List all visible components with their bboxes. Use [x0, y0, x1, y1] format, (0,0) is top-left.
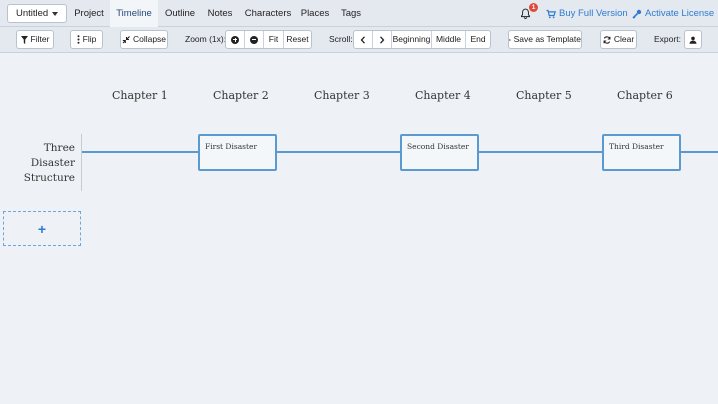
zoom-out-button[interactable] — [245, 31, 264, 48]
chapter-header-2: Chapter 2 — [213, 89, 269, 102]
scene-card[interactable]: First Disaster — [198, 134, 277, 171]
zoom-fit-button[interactable]: Fit — [264, 31, 284, 48]
zoom-label: Zoom (1x): — [185, 34, 227, 44]
activate-license-label: Activate License — [645, 8, 715, 19]
buy-full-version-label: Buy Full Version — [559, 8, 628, 19]
flip-button[interactable]: Flip — [70, 30, 103, 49]
chapter-header-1: Chapter 1 — [112, 89, 168, 102]
zoom-controls: Fit Reset — [225, 30, 312, 49]
filter-icon — [20, 35, 28, 44]
project-selector[interactable]: Untitled — [7, 4, 68, 23]
filter-label: Filter — [30, 34, 50, 44]
tab-timeline[interactable]: Timeline — [110, 0, 158, 27]
chapter-header-4: Chapter 4 — [415, 89, 471, 102]
chevron-right-icon — [380, 35, 385, 44]
save-as-template-button[interactable]: Save as Template — [508, 30, 582, 49]
chevron-left-icon — [360, 35, 365, 44]
flip-label: Flip — [82, 34, 97, 44]
export-button[interactable] — [684, 30, 702, 49]
collapse-label: Collapse — [132, 34, 167, 44]
tab-characters[interactable]: Characters — [240, 0, 296, 27]
timeline-toolbar: Filter Flip Collapse Zoom (1x): Fit Rese… — [0, 27, 718, 53]
activate-license-link[interactable]: Activate License — [632, 0, 714, 27]
vertical-dots-icon — [77, 35, 80, 44]
scroll-right-button[interactable] — [373, 31, 392, 48]
scroll-label: Scroll: — [329, 34, 353, 44]
row-divider — [81, 134, 82, 191]
clear-label: Clear — [613, 34, 635, 44]
key-icon — [632, 9, 642, 19]
save-icon — [509, 38, 511, 41]
add-plotline-button[interactable]: + — [3, 211, 81, 246]
tab-places[interactable]: Places — [297, 0, 333, 27]
compress-icon — [122, 35, 130, 43]
scroll-beginning-button[interactable]: Beginning — [392, 31, 432, 48]
scroll-middle-button[interactable]: Middle — [432, 31, 466, 48]
notification-badge: 1 — [529, 3, 538, 12]
zoom-out-icon — [250, 35, 258, 44]
buy-full-version-link[interactable]: Buy Full Version — [546, 0, 628, 27]
scene-card[interactable]: Second Disaster — [400, 134, 479, 171]
save-as-template-label: Save as Template — [513, 34, 581, 44]
clear-button[interactable]: Clear — [600, 30, 637, 49]
tab-notes[interactable]: Notes — [202, 0, 238, 27]
zoom-reset-button[interactable]: Reset — [284, 31, 311, 48]
scroll-controls: Beginning Middle End — [353, 30, 491, 49]
tab-tags[interactable]: Tags — [335, 0, 367, 27]
plotline-label[interactable]: Three Disaster Structure — [16, 141, 75, 186]
top-nav: Untitled Project Timeline Outline Notes … — [0, 0, 718, 27]
zoom-in-button[interactable] — [226, 31, 245, 48]
scene-card[interactable]: Third Disaster — [602, 134, 681, 171]
tab-outline[interactable]: Outline — [159, 0, 201, 27]
scroll-left-button[interactable] — [354, 31, 373, 48]
chapter-header-5: Chapter 5 — [516, 89, 572, 102]
tab-project[interactable]: Project — [69, 0, 109, 27]
filter-button[interactable]: Filter — [16, 30, 54, 49]
zoom-in-icon — [231, 35, 239, 44]
refresh-icon — [603, 35, 611, 44]
cart-icon — [546, 9, 556, 18]
project-name: Untitled — [16, 8, 49, 19]
chapter-header-6: Chapter 6 — [617, 89, 673, 102]
collapse-button[interactable]: Collapse — [120, 30, 168, 49]
chapter-header-3: Chapter 3 — [314, 89, 370, 102]
export-label: Export: — [654, 34, 681, 44]
caret-down-icon — [52, 11, 59, 16]
scroll-end-button[interactable]: End — [466, 31, 490, 48]
user-icon — [689, 36, 697, 44]
